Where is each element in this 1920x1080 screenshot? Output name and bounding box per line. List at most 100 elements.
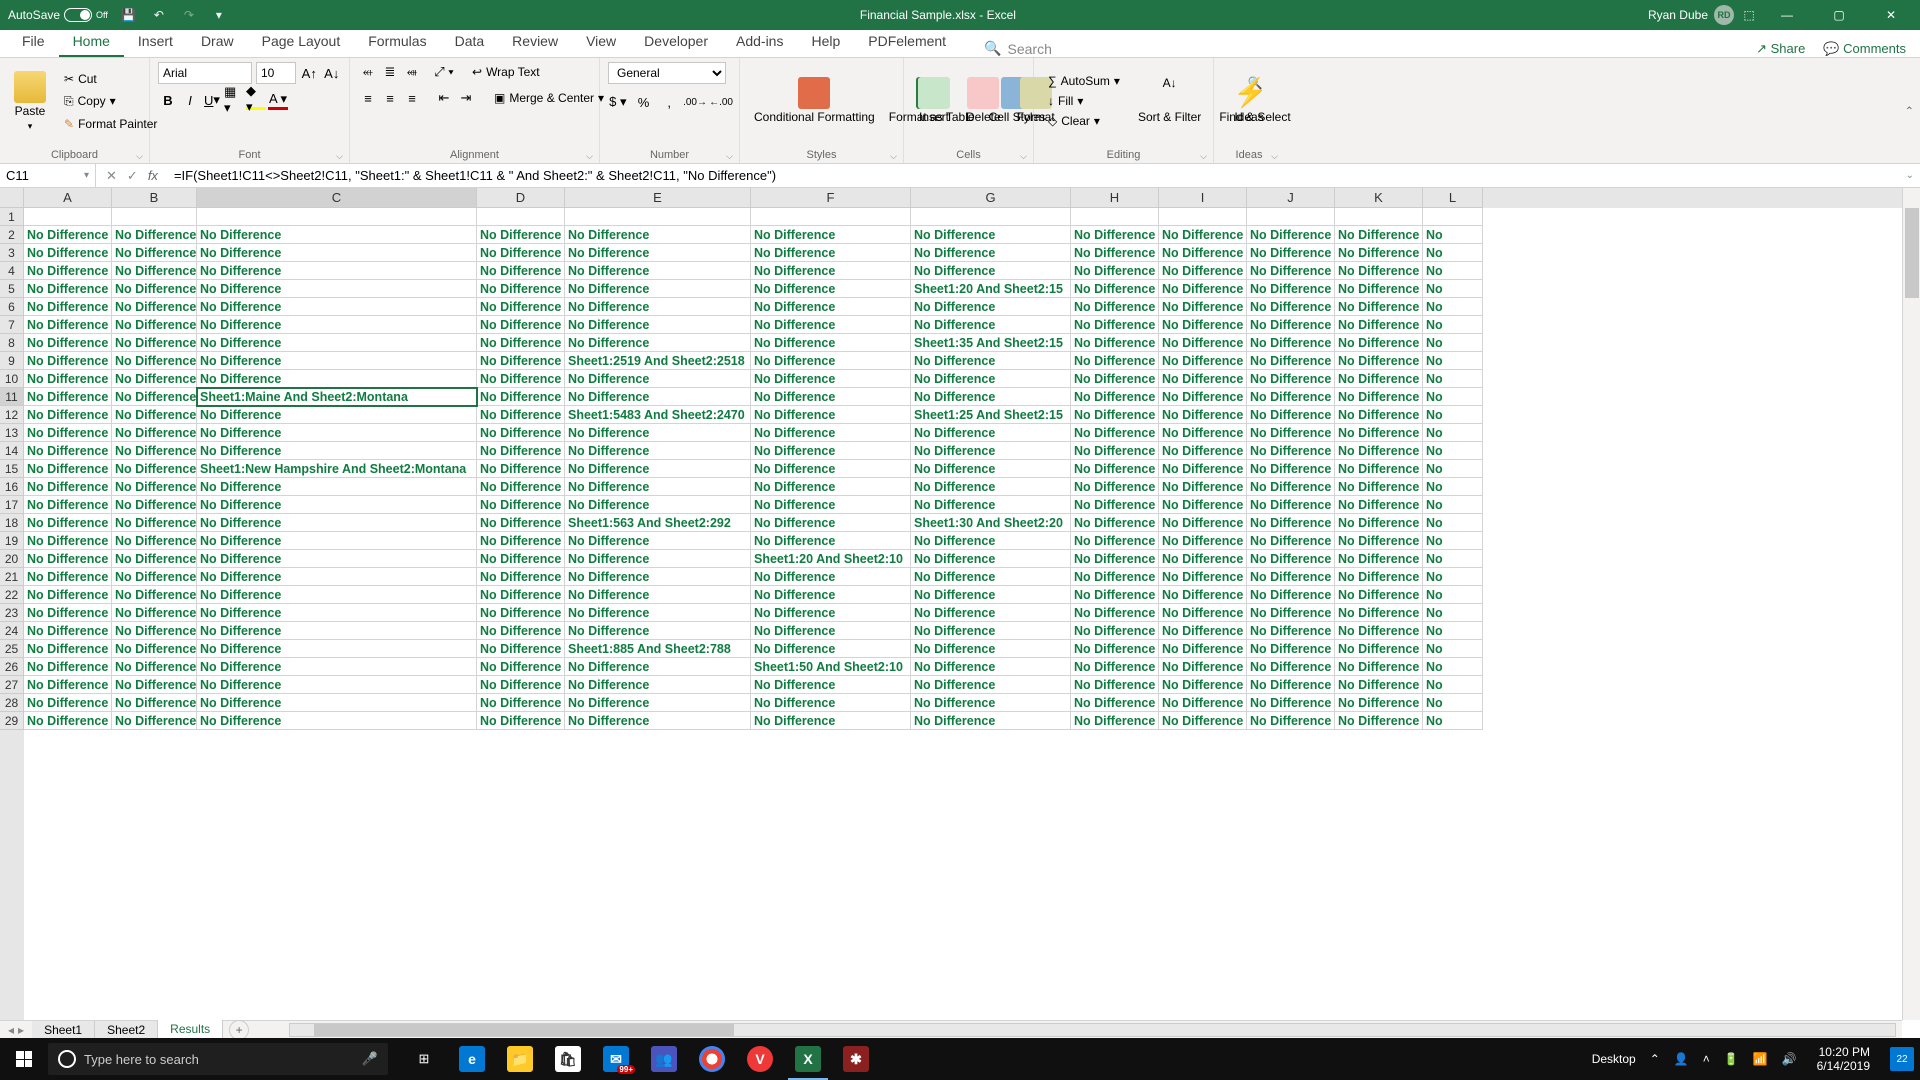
cell[interactable]: No Difference <box>477 514 565 532</box>
cell[interactable]: No Difference <box>751 712 911 730</box>
cell[interactable]: No Difference <box>1071 658 1159 676</box>
cell[interactable]: No Difference <box>1159 352 1247 370</box>
cell[interactable]: No Difference <box>565 478 751 496</box>
autosum-button[interactable]: ∑AutoSum ▾ <box>1042 72 1126 90</box>
select-all-button[interactable] <box>0 188 24 208</box>
cell[interactable] <box>751 208 911 226</box>
wifi-icon[interactable]: 📶 <box>1753 1052 1768 1066</box>
cell[interactable]: No Difference <box>477 424 565 442</box>
cell[interactable]: No Difference <box>911 388 1071 406</box>
cell[interactable]: No Difference <box>1071 370 1159 388</box>
ribbon-tab-view[interactable]: View <box>572 29 630 57</box>
cell[interactable] <box>197 208 477 226</box>
cell[interactable]: No Difference <box>1159 496 1247 514</box>
row-header[interactable]: 9 <box>0 352 24 370</box>
cell[interactable]: No Difference <box>24 712 112 730</box>
row-header[interactable]: 23 <box>0 604 24 622</box>
cell[interactable]: No Difference <box>24 280 112 298</box>
fill-button[interactable]: ↓Fill ▾ <box>1042 92 1089 110</box>
cell[interactable]: No Difference <box>477 478 565 496</box>
cell[interactable]: No Difference <box>751 424 911 442</box>
cell[interactable]: No Difference <box>565 334 751 352</box>
cell[interactable]: No Difference <box>197 316 477 334</box>
cell[interactable]: No Difference <box>565 586 751 604</box>
grow-font-button[interactable]: A↑ <box>300 63 319 83</box>
cell[interactable]: No Difference <box>1335 622 1423 640</box>
cell[interactable]: No Difference <box>112 532 197 550</box>
cell[interactable]: No Difference <box>1159 586 1247 604</box>
cell[interactable]: No Difference <box>751 442 911 460</box>
ribbon-tab-file[interactable]: File <box>8 29 59 57</box>
cell[interactable]: No Difference <box>911 622 1071 640</box>
ribbon-tab-home[interactable]: Home <box>59 29 124 57</box>
cell[interactable]: No Difference <box>1071 496 1159 514</box>
row-header[interactable]: 10 <box>0 370 24 388</box>
cell[interactable]: No Difference <box>911 586 1071 604</box>
cell[interactable]: No Difference <box>911 676 1071 694</box>
cell[interactable]: No Difference <box>1071 442 1159 460</box>
ideas-button[interactable]: ⚡Ideas <box>1227 73 1271 129</box>
cell[interactable]: No Difference <box>197 226 477 244</box>
row-header[interactable]: 4 <box>0 262 24 280</box>
cell[interactable]: No Difference <box>112 388 197 406</box>
cell[interactable]: No Difference <box>24 370 112 388</box>
cell[interactable]: No Difference <box>1159 388 1247 406</box>
font-color-button[interactable]: A ▾ <box>268 90 288 110</box>
cell[interactable]: No Difference <box>1159 532 1247 550</box>
cell[interactable]: No Difference <box>1335 424 1423 442</box>
volume-icon[interactable]: 🔊 <box>1782 1052 1797 1066</box>
cell[interactable]: No Difference <box>911 262 1071 280</box>
ribbon-tab-insert[interactable]: Insert <box>124 29 187 57</box>
cell[interactable]: Sheet1:New Hampshire And Sheet2:Montana <box>197 460 477 478</box>
cell[interactable]: No Difference <box>477 226 565 244</box>
column-header-I[interactable]: I <box>1159 188 1247 208</box>
column-header-F[interactable]: F <box>751 188 911 208</box>
cell[interactable]: No Difference <box>1247 496 1335 514</box>
row-header[interactable]: 20 <box>0 550 24 568</box>
cell[interactable]: No <box>1423 676 1483 694</box>
percent-button[interactable]: % <box>634 92 654 112</box>
fill-color-button[interactable]: ◆ ▾ <box>246 90 266 110</box>
cell[interactable]: No Difference <box>1335 694 1423 712</box>
sheet-tab-sheet1[interactable]: Sheet1 <box>32 1021 95 1039</box>
cell[interactable]: Sheet1:885 And Sheet2:788 <box>565 640 751 658</box>
insert-cells-button[interactable]: Insert <box>912 73 956 129</box>
edge-app[interactable]: e <box>448 1038 496 1080</box>
column-header-H[interactable]: H <box>1071 188 1159 208</box>
cell[interactable]: No Difference <box>1335 370 1423 388</box>
ribbon-tab-data[interactable]: Data <box>441 29 499 57</box>
cell[interactable]: No Difference <box>197 262 477 280</box>
cell[interactable]: No Difference <box>751 694 911 712</box>
cell[interactable]: No Difference <box>24 478 112 496</box>
cell[interactable]: No Difference <box>565 676 751 694</box>
cell[interactable]: Sheet1:30 And Sheet2:20 <box>911 514 1071 532</box>
cell[interactable]: No Difference <box>1159 298 1247 316</box>
column-header-J[interactable]: J <box>1247 188 1335 208</box>
cell[interactable]: No Difference <box>112 712 197 730</box>
cell[interactable] <box>477 208 565 226</box>
cell[interactable]: No Difference <box>1335 280 1423 298</box>
cell[interactable]: No Difference <box>751 406 911 424</box>
cell[interactable]: No Difference <box>1335 388 1423 406</box>
cell[interactable] <box>1071 208 1159 226</box>
cell[interactable]: No <box>1423 532 1483 550</box>
cell[interactable]: No Difference <box>112 406 197 424</box>
row-header[interactable]: 1 <box>0 208 24 226</box>
clear-button[interactable]: ◇Clear ▾ <box>1042 112 1106 130</box>
column-header-A[interactable]: A <box>24 188 112 208</box>
ribbon-tab-draw[interactable]: Draw <box>187 29 248 57</box>
cell[interactable]: No Difference <box>1159 514 1247 532</box>
cell[interactable]: No Difference <box>112 676 197 694</box>
cell[interactable]: No Difference <box>1071 280 1159 298</box>
row-header[interactable]: 3 <box>0 244 24 262</box>
cell[interactable]: No Difference <box>112 640 197 658</box>
cell[interactable]: No Difference <box>197 298 477 316</box>
cell[interactable]: No Difference <box>565 316 751 334</box>
cell[interactable]: No Difference <box>1335 550 1423 568</box>
cell[interactable]: No Difference <box>1159 550 1247 568</box>
cell[interactable]: No Difference <box>911 496 1071 514</box>
cell[interactable]: No Difference <box>1159 604 1247 622</box>
cell[interactable]: No Difference <box>751 460 911 478</box>
cell[interactable]: No Difference <box>1335 514 1423 532</box>
cell[interactable]: No Difference <box>565 442 751 460</box>
